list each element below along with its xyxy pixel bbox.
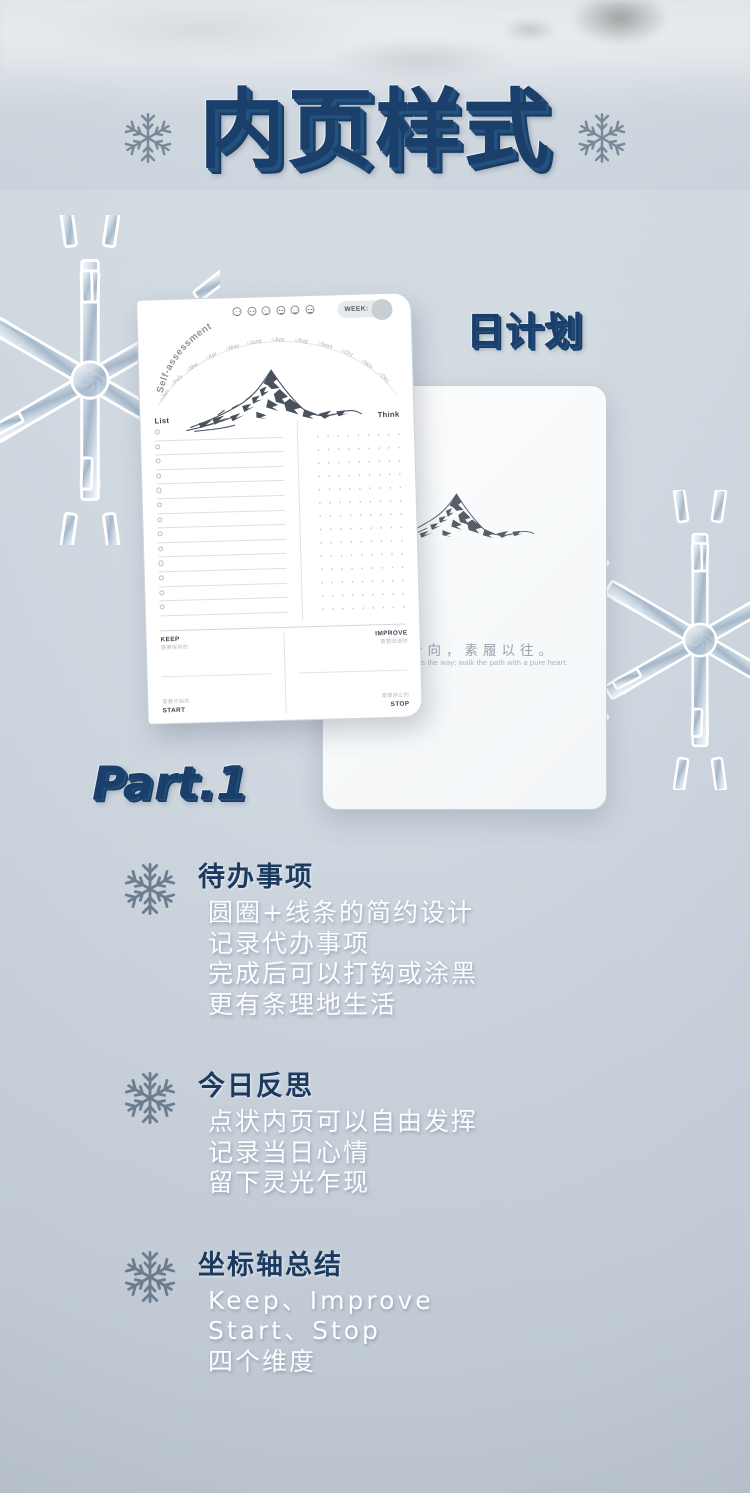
face-grin-icon[interactable] xyxy=(232,306,242,317)
feature-line: Keep、Improve xyxy=(208,1285,434,1315)
feature-title: 坐标轴总结 xyxy=(198,1249,343,1281)
checkbox-circle-icon[interactable] xyxy=(158,575,165,581)
feature-block: 坐标轴总结 Keep、Improve Start、Stop 四个维度 xyxy=(0,1243,750,1378)
snowflake-icon xyxy=(123,1250,177,1303)
feature-line: 四个维度 xyxy=(208,1346,317,1376)
feature-line: 点状内页可以自由发挥 xyxy=(208,1107,479,1136)
checkbox-circle-icon[interactable] xyxy=(155,458,161,464)
improve-label: IMPROVE xyxy=(375,629,408,638)
feature-lines: 圆圈+线条的简约设计 记录代办事项 完成后可以打钩或涂黑 更有条理地生活 xyxy=(208,898,750,1020)
checkbox-circle-icon[interactable] xyxy=(155,473,162,479)
stop-label: STOP xyxy=(390,700,410,708)
improve-write-line xyxy=(298,669,409,674)
improve-sub: 需要改进的 xyxy=(380,638,408,646)
stop-sub: 需要停止的 xyxy=(381,692,410,700)
snowflake-icon xyxy=(123,862,177,916)
todo-list-row[interactable] xyxy=(159,600,288,618)
checkbox-circle-icon[interactable] xyxy=(157,516,163,523)
vertical-divider xyxy=(296,420,304,621)
feature-title: 今日反思 xyxy=(198,1071,314,1102)
svg-text:○Sept: ○Sept xyxy=(317,340,334,351)
checkbox-circle-icon[interactable] xyxy=(154,429,161,435)
page-header: 内页样式 xyxy=(0,60,750,200)
snowflake-icon xyxy=(122,1070,178,1126)
feature-line: 记录代办事项 xyxy=(208,928,371,958)
poster-page: 内页样式 心之所向，素履以往。 Where the heart is the w… xyxy=(0,0,750,1493)
svg-text:○July: ○July xyxy=(271,337,285,344)
snowflake-icon xyxy=(577,113,627,163)
glass-snowflake-right xyxy=(585,490,750,790)
snowflake-icon xyxy=(123,1071,177,1125)
checkbox-circle-icon[interactable] xyxy=(156,502,163,508)
svg-text:○June: ○June xyxy=(246,338,263,347)
snowflake-icon xyxy=(122,861,178,917)
think-heading: Think xyxy=(377,409,400,420)
write-line xyxy=(159,611,288,617)
face-neutral-icon[interactable] xyxy=(261,306,271,316)
notebook-page-front[interactable]: Self-assessment ○Jan ○Feb ○Mar ○Apr ○May… xyxy=(136,292,423,725)
face-smile-icon[interactable] xyxy=(246,306,257,316)
page-title: 内页样式 xyxy=(199,80,551,180)
start-sub: 需要开始的 xyxy=(162,698,190,706)
part-label: Part.1 xyxy=(92,756,248,810)
snowflake-icon xyxy=(123,113,173,163)
feature-title: 待办事项 xyxy=(198,862,314,893)
checkbox-circle-icon[interactable] xyxy=(156,487,162,493)
feature-line: 留下灵光乍现 xyxy=(208,1168,371,1197)
snowflake-icon xyxy=(122,1249,178,1305)
checkbox-circle-icon[interactable] xyxy=(158,560,164,566)
keep-sub: 需要保持的 xyxy=(160,644,189,652)
feature-lines: Keep、Improve Start、Stop 四个维度 xyxy=(208,1286,750,1378)
feature-line: 更有条理地生活 xyxy=(208,989,398,1019)
daily-plan-label: 日计划 xyxy=(466,309,584,353)
checkbox-circle-icon[interactable] xyxy=(159,589,165,596)
quadrant-divider xyxy=(283,632,287,713)
checkbox-circle-icon[interactable] xyxy=(157,531,163,537)
keep-write-line xyxy=(161,673,272,678)
todo-list-column[interactable] xyxy=(154,425,288,618)
start-label: START xyxy=(162,706,186,715)
feature-lines: 点状内页可以自由发挥 记录当日心情 留下灵光乍现 xyxy=(208,1107,750,1199)
list-heading: List xyxy=(154,416,170,426)
week-label: WEEK: xyxy=(344,305,369,314)
checkbox-circle-icon[interactable] xyxy=(159,604,165,610)
dot-grid-area[interactable] xyxy=(312,427,408,616)
keep-label: KEEP xyxy=(160,635,180,644)
feature-block: 今日反思点状内页可以自由发挥 记录当日心情 留下灵光乍现 xyxy=(0,1064,750,1199)
feature-list: 待办事项圆圈+线条的简约设计 记录代办事项 完成后可以打钩或涂黑 更有条理地生活今日反… xyxy=(0,855,750,1421)
week-field[interactable]: WEEK: xyxy=(337,298,393,321)
face-dizzy-icon[interactable] xyxy=(304,304,315,315)
feature-line: Start、Stop xyxy=(208,1316,381,1345)
feature-line: 圆圈+线条的简约设计 xyxy=(208,898,474,927)
face-frown-icon[interactable] xyxy=(275,305,286,316)
feature-block: 待办事项圆圈+线条的简约设计 记录代办事项 完成后可以打钩或涂黑 更有条理地生活 xyxy=(0,855,750,1020)
face-sad-icon[interactable] xyxy=(290,305,300,315)
svg-text:○Aug: ○Aug xyxy=(294,337,308,345)
checkbox-circle-icon[interactable] xyxy=(158,546,164,552)
quadrant-summary[interactable]: KEEP 需要保持的 IMPROVE 需要改进的 需要开始的 START 需要停… xyxy=(147,629,423,719)
checkbox-circle-icon[interactable] xyxy=(155,443,161,450)
feature-line: 记录当日心情 xyxy=(208,1137,371,1167)
svg-text:○Dec: ○Dec xyxy=(377,371,391,385)
feature-line: 完成后可以打钩或涂黑 xyxy=(208,959,479,988)
svg-text:○May: ○May xyxy=(225,343,241,353)
